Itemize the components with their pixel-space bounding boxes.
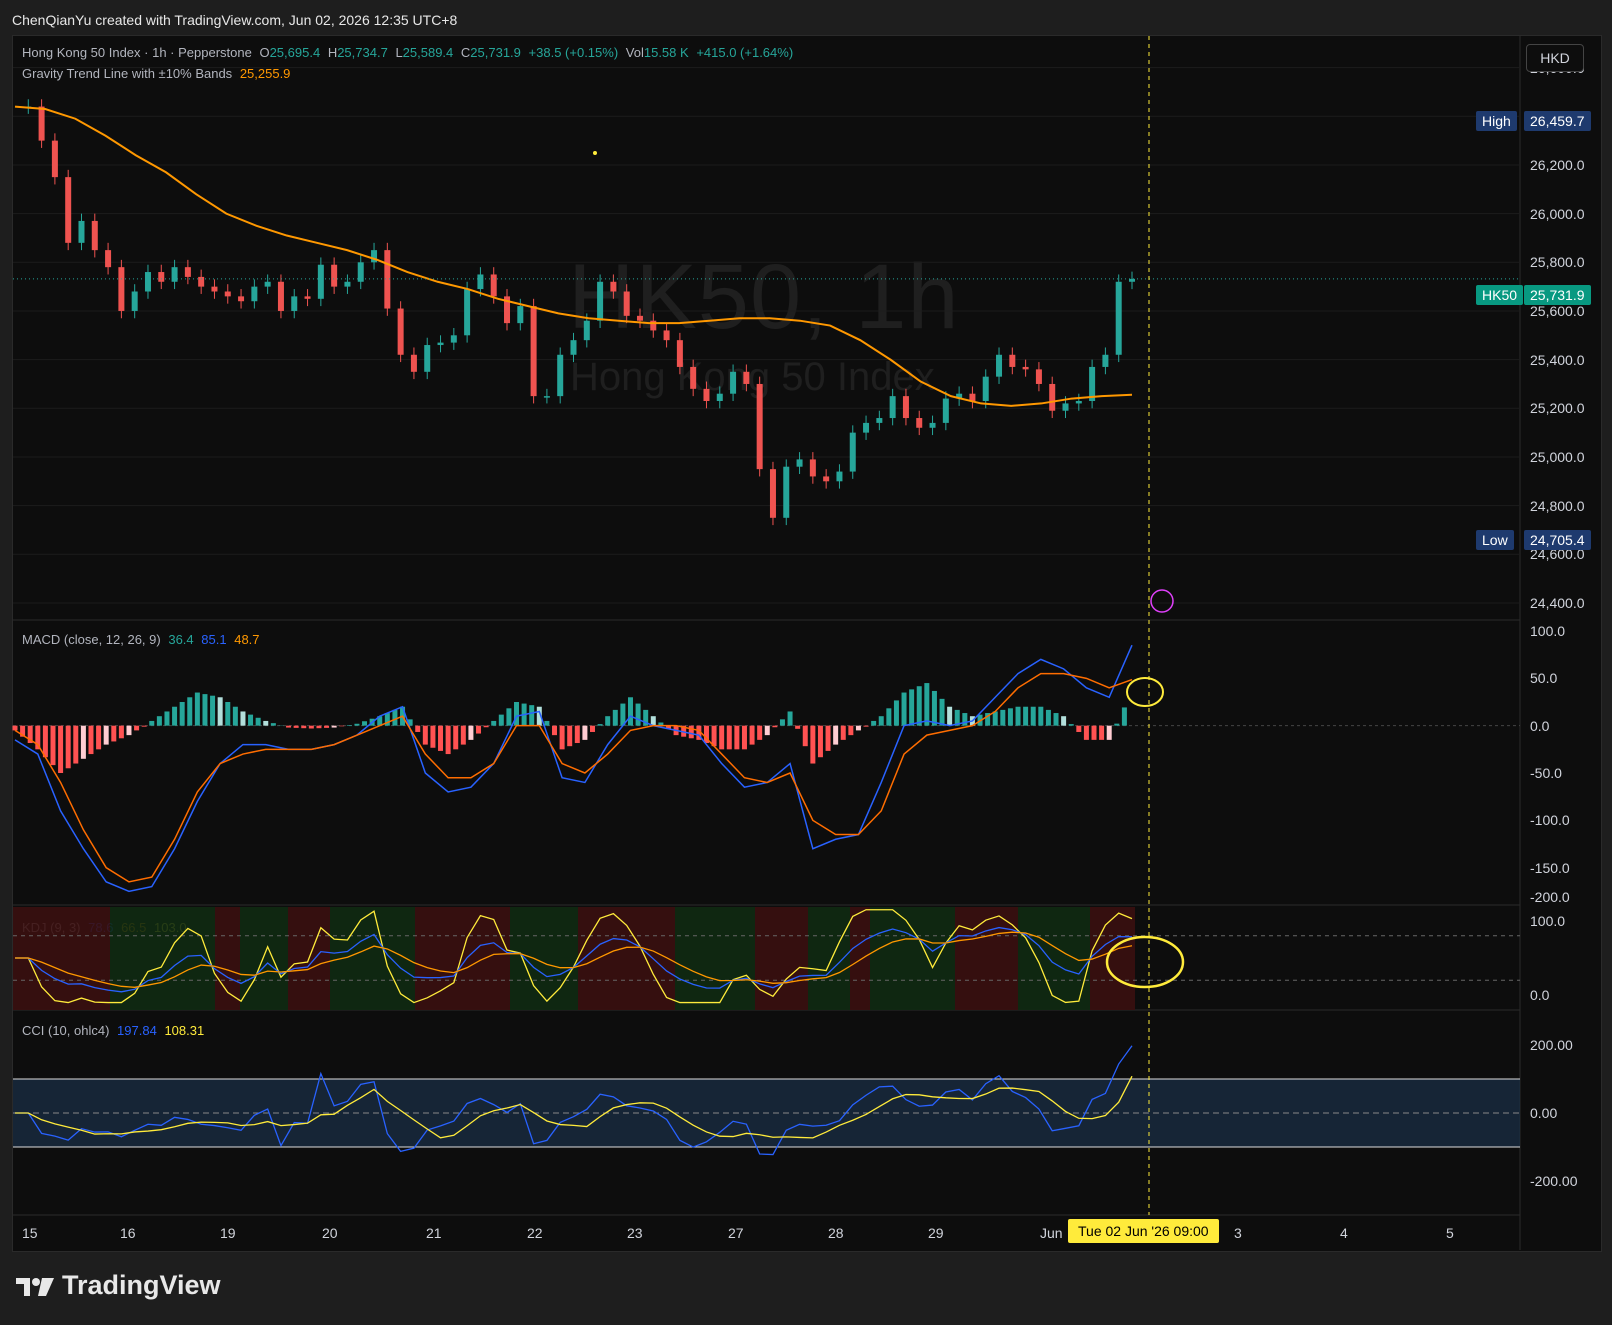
time-tick-label: 4 — [1340, 1225, 1348, 1241]
macd-legend: MACD (close, 12, 26, 9) 36.4 85.1 48.7 — [22, 632, 264, 647]
kdj-j-value: 103.0 — [154, 920, 187, 935]
crosshair-time-label: Tue 02 Jun '26 09:00 — [1068, 1219, 1219, 1243]
cci-ma-value: 108.31 — [164, 1023, 205, 1038]
currency-button[interactable]: HKD — [1526, 44, 1584, 72]
price-tick-label: 25,000.0 — [1530, 448, 1585, 465]
macd-tick-label: -50.0 — [1530, 765, 1562, 781]
attribution-header: ChenQianYu created with TradingView.com,… — [12, 12, 458, 28]
kdj-k-value: 78.6 — [88, 920, 114, 935]
cci-legend: CCI (10, ohlc4) 197.84 108.31 — [22, 1023, 208, 1038]
price-tick-label: 25,400.0 — [1530, 351, 1585, 368]
cci-tick-label: -200.00 — [1530, 1173, 1578, 1189]
high-tag-value: 26,459.7 — [1524, 111, 1591, 131]
volume-value: 15.58 K — [643, 45, 689, 60]
kdj-legend: KDJ (9, 3) 78.6 66.5 103.0 — [22, 920, 191, 935]
tradingview-logo-icon — [16, 1278, 54, 1296]
macd-tick-label: 100.0 — [1530, 623, 1566, 639]
time-tick-label: 16 — [120, 1225, 136, 1241]
cci-label: CCI (10, ohlc4) — [22, 1023, 110, 1038]
low-label: L — [395, 45, 403, 60]
trend-legend: Gravity Trend Line with ±10% Bands 25,25… — [22, 66, 294, 81]
time-tick-label: 23 — [627, 1225, 643, 1241]
time-tick-label: 27 — [728, 1225, 744, 1241]
macd-line-value: 85.1 — [201, 632, 227, 647]
cci-value: 197.84 — [117, 1023, 157, 1038]
kdj-label: KDJ (9, 3) — [22, 920, 81, 935]
cci-tick-label: 200.00 — [1530, 1037, 1573, 1053]
volume-change: +415.0 (+1.64%) — [696, 45, 794, 60]
kdj-tick-label: 100.0 — [1530, 912, 1566, 929]
macd-label: MACD (close, 12, 26, 9) — [22, 632, 161, 647]
price-tick-label: 24,400.0 — [1530, 594, 1585, 611]
low-tag-value: 24,705.4 — [1524, 530, 1591, 550]
price-tick-label: 24,800.0 — [1530, 497, 1585, 514]
time-tick-label: 15 — [22, 1225, 38, 1241]
price-tick-label: 26,200.0 — [1530, 156, 1585, 173]
time-tick-label: 29 — [928, 1225, 944, 1241]
symbol-description-watermark: Hong Kong 50 Index — [570, 355, 935, 399]
low-tag-label: Low — [1476, 530, 1514, 550]
high-label: H — [327, 45, 338, 60]
kdj-tick-label: 0.0 — [1530, 987, 1550, 1004]
time-tick-label: 20 — [322, 1225, 338, 1241]
kdj-d-value: 66.5 — [121, 920, 147, 935]
macd-tick-label: -100.0 — [1530, 812, 1570, 829]
time-tick-label: Jun — [1040, 1225, 1063, 1241]
time-tick-label: 21 — [426, 1225, 442, 1241]
price-tick-label: 25,600.0 — [1530, 302, 1585, 319]
macd-tick-label: -200.0 — [1530, 889, 1570, 905]
macd-tick-label: -150.0 — [1530, 859, 1570, 876]
main-legend: Hong Kong 50 Index · 1h · Pepperstone O2… — [22, 45, 797, 60]
close-label: C — [460, 45, 471, 60]
high-tag-label: High — [1476, 111, 1517, 131]
change-value: +38.5 (+0.15%) — [528, 45, 619, 60]
last-tag-label: HK50 — [1476, 285, 1524, 305]
time-tick-label: 28 — [828, 1225, 844, 1241]
last-tag-value: 25,731.9 — [1524, 285, 1591, 305]
macd-tick-label: 50.0 — [1530, 670, 1558, 687]
close-value: 25,731.9 — [470, 45, 521, 60]
macd-hist-value: 36.4 — [168, 632, 194, 647]
high-value: 25,734.7 — [337, 45, 388, 60]
time-tick-label: 22 — [527, 1225, 543, 1241]
low-value: 25,589.4 — [402, 45, 454, 60]
time-tick-label: 19 — [220, 1225, 236, 1241]
time-tick-label: 5 — [1446, 1225, 1454, 1241]
symbol-title: Hong Kong 50 Index · 1h · Pepperstone — [22, 45, 252, 60]
cci-tick-label: 0.00 — [1530, 1105, 1558, 1121]
time-tick-label: 3 — [1234, 1225, 1242, 1241]
trend-indicator-label: Gravity Trend Line with ±10% Bands — [22, 66, 233, 81]
volume-label: Vol — [625, 45, 644, 60]
macd-tick-label: 0.0 — [1530, 717, 1550, 734]
price-tick-label: 26,000.0 — [1530, 205, 1585, 222]
macd-signal-value: 48.7 — [234, 632, 260, 647]
price-tick-label: 25,800.0 — [1530, 254, 1585, 271]
open-label: O — [259, 45, 270, 60]
price-tick-label: 25,200.0 — [1530, 400, 1585, 417]
symbol-watermark: HK50, 1h — [568, 246, 960, 348]
open-value: 25,695.4 — [269, 45, 321, 60]
tradingview-brand: TradingView — [62, 1270, 221, 1300]
trend-indicator-value: 25,255.9 — [239, 66, 291, 81]
